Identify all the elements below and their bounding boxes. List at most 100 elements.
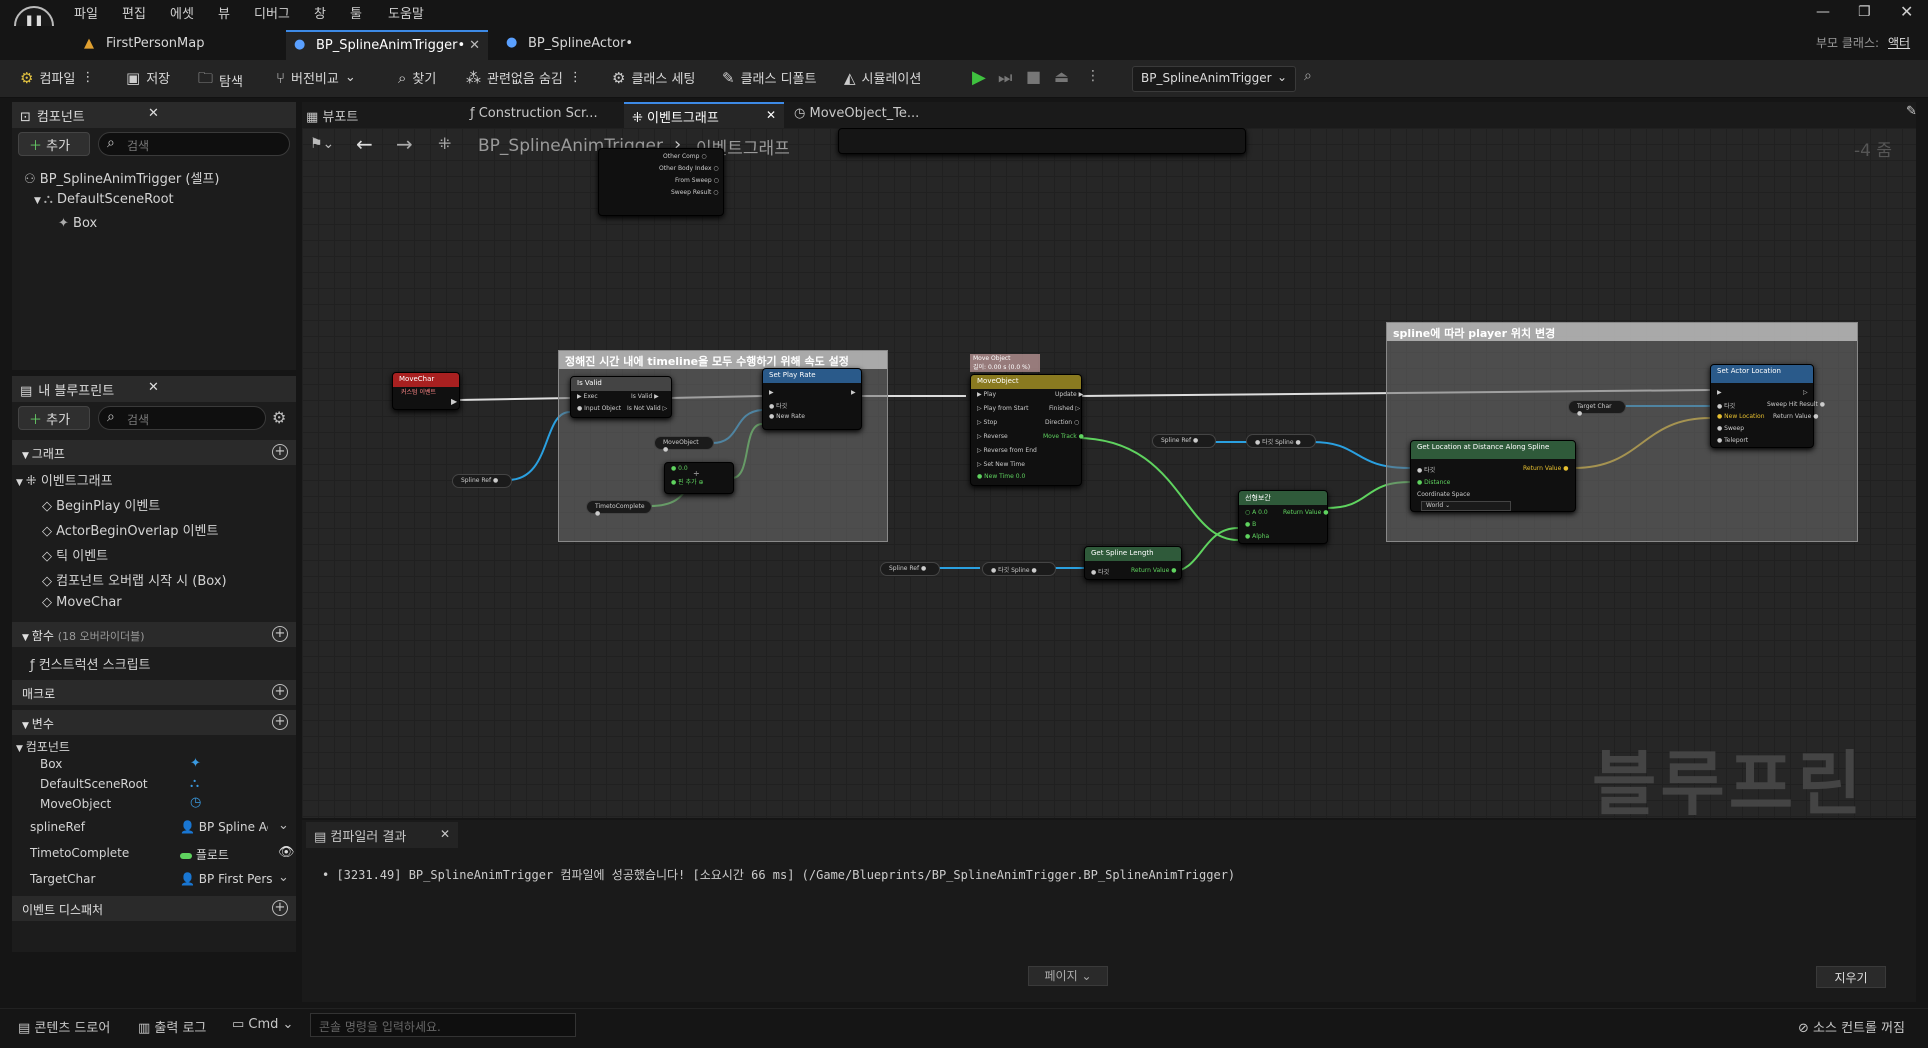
moveobject-timeline-node[interactable]: MoveObject ▶ Play ▷ Play from Start ▷ St… [970, 374, 1084, 486]
lerp-node[interactable]: 선형보간 ○ A 0.0 Return Value ● ● B ● Alpha [1238, 490, 1328, 544]
variable-timetocomplete[interactable]: TimetoComplete [30, 846, 129, 860]
add-variable-icon[interactable]: + [272, 714, 288, 730]
source-control-button[interactable]: ⊘ 소스 컨트롤 꺼짐 [1798, 1017, 1905, 1036]
tab-viewport[interactable]: ▦ 뷰포트 [306, 106, 358, 125]
section-event-dispatchers[interactable]: 이벤트 디스패처 + [12, 896, 296, 921]
class-defaults-button[interactable]: ✎ 클래스 디폴트 [722, 68, 816, 88]
cmd-select[interactable]: ▭ Cmd ⌄ [232, 1017, 293, 1032]
tab-event-graph[interactable]: ⁜ 이벤트그래프 ✕ [624, 102, 784, 128]
browse-button[interactable]: 🗀 탐색 [198, 68, 243, 93]
tab-construction-script[interactable]: ƒ Construction Scr... [470, 106, 598, 121]
compiler-results-tab[interactable]: ▤ 컴파일러 결과 ✕ [306, 822, 458, 848]
diff-button[interactable]: ⑂ 버전비교 ⌄ [276, 68, 356, 88]
page-select[interactable]: 페이지 ⌄ [1028, 966, 1108, 986]
tree-item-box[interactable]: ✦ Box [58, 216, 97, 231]
class-settings-button[interactable]: ⚙ 클래스 세팅 [612, 68, 695, 88]
menu-window[interactable]: 창 [314, 3, 326, 22]
play-icon[interactable]: ▶ [972, 67, 986, 88]
section-variables[interactable]: ▼ 변수 + [12, 710, 296, 735]
close-tab-icon[interactable]: ✕ [766, 108, 776, 122]
pencil-icon[interactable]: ✎ [1906, 104, 1917, 119]
variable-box[interactable]: Box [40, 757, 62, 771]
variable-splineref-type[interactable]: 👤 BP Spline Ac [180, 820, 268, 834]
eye-icon[interactable]: 👁 [278, 845, 295, 860]
category-components[interactable]: ▼ 컴포넌트 [16, 738, 70, 755]
save-button[interactable]: ▣ 저장 [126, 68, 170, 88]
variable-targetchar-type[interactable]: 👤 BP First Pers [180, 872, 272, 886]
event-beginplay[interactable]: ◇ BeginPlay 이벤트 [42, 495, 160, 514]
variable-splineref[interactable]: splineRef [30, 820, 85, 834]
tab-bp-splineactor[interactable]: ● BP_SplineActor• [498, 30, 698, 60]
more-options-icon[interactable]: ⋮ [569, 70, 582, 85]
event-graph-canvas[interactable]: ⚑⌄ ← → ⁜ BP_SplineAnimTrigger › 이벤트그래프 -… [302, 128, 1916, 818]
find-button[interactable]: ⌕ 찾기 [398, 68, 436, 88]
tree-item-eventgraph[interactable]: ▼ ⁜ 이벤트그래프 [16, 470, 113, 489]
coordinate-space-select[interactable]: World ⌄ [1421, 501, 1511, 511]
event-movechar[interactable]: ◇ MoveChar [42, 595, 122, 610]
movechar-event-node[interactable]: MoveChar 커스텀 이벤트 ▶ [392, 372, 460, 410]
set-actor-location-node[interactable]: Set Actor Location ▶ ▷ ● 타깃 Sweep Hit Re… [1710, 364, 1825, 448]
tree-item-self[interactable]: ⚇ BP_SplineAnimTrigger (셀프) [24, 168, 219, 187]
step-icon[interactable]: ⏭ [998, 68, 1012, 88]
set-play-rate-node[interactable]: Set Play Rate ▶ ▶ ● 타깃 ● New Rate [762, 368, 862, 430]
splineref-getter-node[interactable]: Spline Ref ● [452, 474, 512, 488]
console-input[interactable]: 콘솔 명령을 입력하세요. [310, 1013, 576, 1037]
get-location-along-spline-node[interactable]: Get Location at Distance Along Spline ● … [1410, 440, 1576, 512]
hide-unrelated-button[interactable]: ⁂ 관련없음 숨김 ⋮ [466, 68, 582, 88]
add-graph-icon[interactable]: + [272, 444, 288, 460]
tab-firstpersonmap[interactable]: ▲ FirstPersonMap [76, 30, 276, 60]
close-panel-icon[interactable]: ✕ [148, 380, 159, 395]
output-log-button[interactable]: ▥ 출력 로그 [138, 1017, 206, 1036]
variable-moveobject[interactable]: MoveObject [40, 797, 111, 811]
tree-item-defaultsceneroot[interactable]: ▼ ⛬ DefaultSceneRoot [34, 192, 174, 207]
close-window-icon[interactable]: ✕ [1900, 2, 1913, 21]
menu-help[interactable]: 도움말 [388, 3, 424, 22]
exec-pin-icon[interactable]: ▶ [451, 397, 457, 406]
my-blueprint-search-input[interactable]: ⌕ 검색 [98, 406, 266, 430]
targetchar-getter-node[interactable]: Target Char ● [1568, 400, 1626, 417]
section-macros[interactable]: 매크로 + [12, 680, 296, 705]
content-drawer-button[interactable]: ▤ 콘텐츠 드로어 [18, 1017, 110, 1036]
add-function-icon[interactable]: + [272, 626, 288, 642]
close-panel-icon[interactable]: ✕ [440, 827, 450, 841]
components-search-input[interactable]: ⌕ 검색 [98, 132, 290, 156]
get-spline-length-node[interactable]: Get Spline Length ● 타깃 Return Value ● [1084, 546, 1182, 580]
variable-timetocomplete-type[interactable]: 플로트 [180, 846, 229, 863]
close-panel-icon[interactable]: ✕ [148, 106, 159, 121]
event-tick[interactable]: ◇ 틱 이벤트 [42, 545, 108, 564]
event-component-overlap-box[interactable]: ◇ 컴포넌트 오버랩 시작 시 (Box) [42, 570, 227, 589]
splineref-getter-node[interactable]: Spline Ref ● [1152, 434, 1216, 448]
menu-file[interactable]: 파일 [74, 3, 98, 22]
tab-moveobject-timeline[interactable]: ◷ MoveObject_Te... [794, 106, 919, 121]
stop-icon[interactable]: ■ [1026, 67, 1041, 86]
menu-tools[interactable]: 툴 [350, 3, 362, 22]
event-actorbeginoverlap[interactable]: ◇ ActorBeginOverlap 이벤트 [42, 520, 218, 539]
simulation-button[interactable]: ◭ 시뮬레이션 [844, 68, 921, 88]
collapse-arrow-icon[interactable]: ▼ [34, 196, 44, 206]
splineref-getter-node[interactable]: Spline Ref ● [880, 562, 940, 576]
moveobject-getter-node[interactable]: MoveObject ● [654, 436, 714, 453]
timetocomplete-getter-node[interactable]: TimetoComplete ● [586, 500, 652, 517]
variable-defaultsceneroot[interactable]: DefaultSceneRoot [40, 777, 148, 791]
variable-targetchar[interactable]: TargetChar [30, 872, 95, 886]
isvalid-node[interactable]: Is Valid ▶ Exec Is Valid ▶ ● Input Objec… [570, 376, 672, 418]
minimize-icon[interactable]: — [1816, 4, 1830, 20]
spline-component-node[interactable]: ● 타깃 Spline ● [982, 562, 1056, 576]
add-macro-icon[interactable]: + [272, 684, 288, 700]
compile-options-icon[interactable]: ⋮ [81, 70, 94, 85]
play-options-icon[interactable]: ⋮ [1086, 68, 1100, 84]
function-construction-script[interactable]: ƒ 컨스트럭션 스크립트 [30, 654, 151, 673]
section-graphs[interactable]: ▼ 그래프 + [12, 440, 296, 465]
chevron-down-icon[interactable]: ⌄ [278, 818, 289, 833]
restore-icon[interactable]: ❐ [1858, 4, 1871, 20]
section-functions[interactable]: ▼ 함수 (18 오버라이더블) + [12, 622, 296, 647]
tab-bp-splineanimtrigger[interactable]: ● BP_SplineAnimTrigger• ✕ [286, 30, 488, 60]
compile-button[interactable]: ⚙ 컴파일 ⋮ [20, 68, 94, 88]
debug-object-select[interactable]: BP_SplineAnimTrigger ⌄ [1132, 66, 1296, 92]
spline-component-node[interactable]: ● 타깃 Spline ● [1246, 434, 1316, 448]
add-member-button[interactable]: ＋ 추가 [18, 406, 90, 430]
clear-button[interactable]: 지우기 [1816, 966, 1886, 988]
menu-edit[interactable]: 편집 [122, 3, 146, 22]
menu-asset[interactable]: 에셋 [170, 3, 194, 22]
eject-icon[interactable]: ⏏ [1054, 67, 1069, 86]
